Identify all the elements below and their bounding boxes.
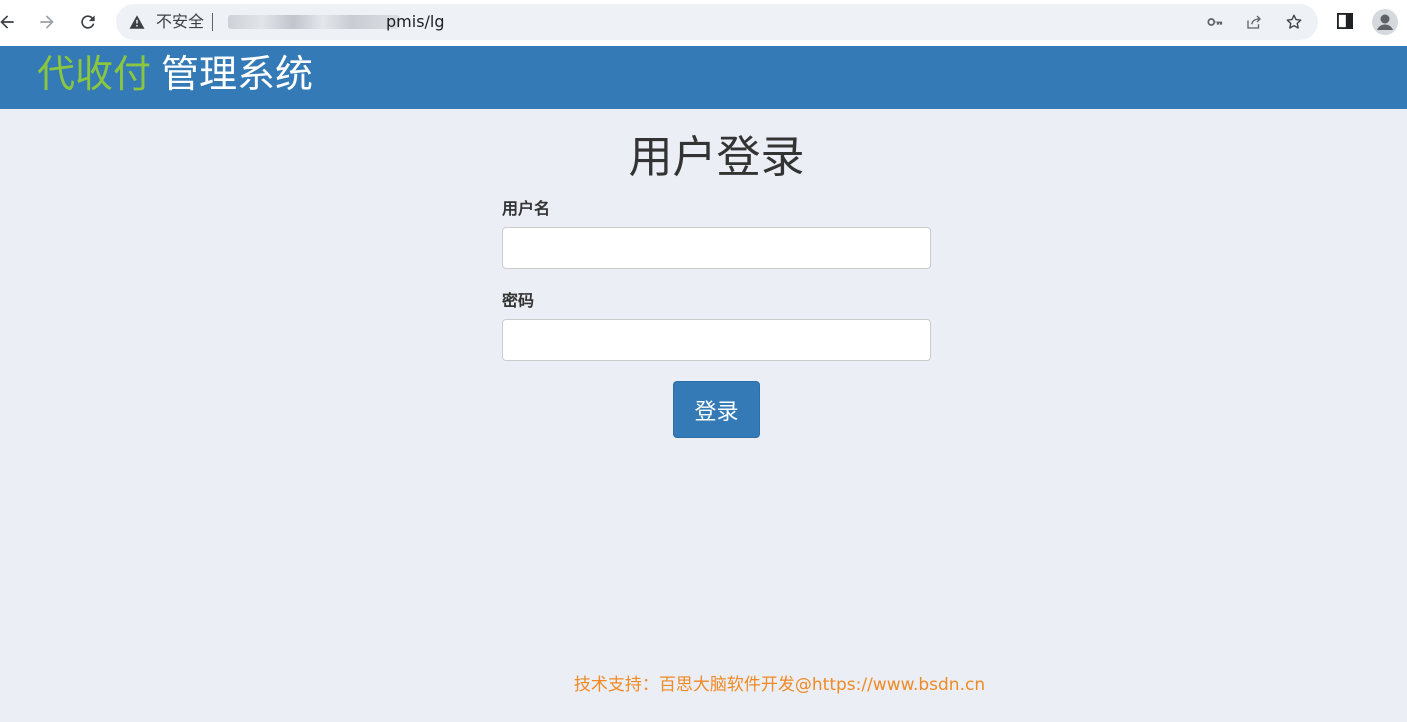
forward-arrow-icon[interactable] [34, 9, 60, 35]
reload-icon[interactable] [75, 9, 101, 35]
address-separator [212, 13, 213, 31]
insecure-label[interactable]: 不安全 [156, 12, 204, 32]
login-button[interactable]: 登录 [673, 381, 760, 438]
password-input[interactable] [502, 319, 931, 361]
url-path[interactable]: pmis/lg [386, 12, 445, 32]
app-header: 代收付 管理系统 [0, 46, 1407, 109]
brand-main-text: 管理系统 [161, 52, 314, 96]
back-arrow-icon[interactable] [0, 9, 20, 35]
share-icon[interactable] [1244, 12, 1264, 32]
profile-icon[interactable] [1372, 9, 1398, 35]
brand-accent-text: 代收付 [37, 52, 152, 96]
username-label: 用户名 [502, 199, 551, 218]
username-input[interactable] [502, 227, 931, 269]
redacted-host [228, 15, 400, 29]
footer-support-text: 技术支持：百思大脑软件开发@https://www.bsdn.cn [573, 675, 986, 695]
login-title: 用户登录 [628, 132, 805, 183]
warning-icon[interactable] [128, 13, 146, 31]
browser-toolbar: 不安全 pmis/lg [0, 0, 1407, 46]
brand-title[interactable]: 代收付 管理系统 [37, 50, 313, 98]
address-bar[interactable]: 不安全 pmis/lg [116, 4, 1318, 40]
side-panel-icon[interactable] [1334, 10, 1356, 32]
password-label: 密码 [502, 291, 535, 310]
star-icon[interactable] [1284, 12, 1304, 32]
key-icon[interactable] [1205, 12, 1225, 32]
